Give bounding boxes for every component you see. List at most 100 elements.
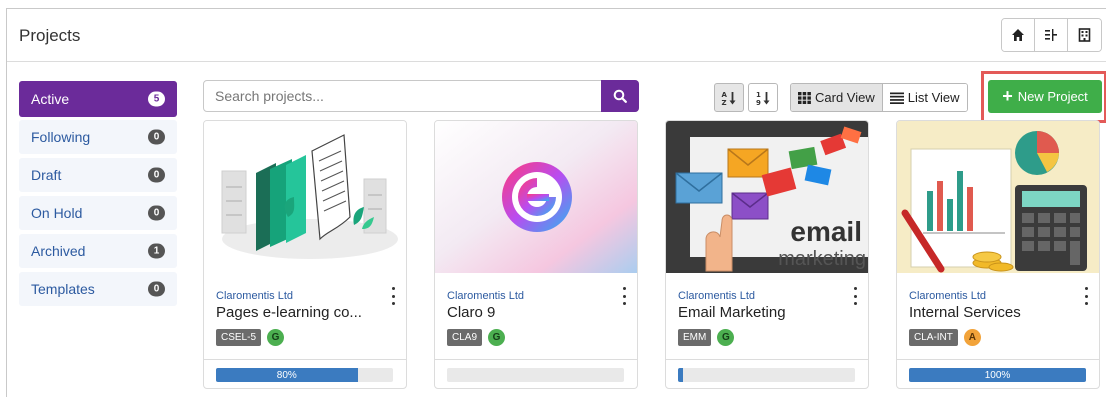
view-toggle: Card View List View [790, 83, 968, 112]
tag-row: EMM G [678, 329, 735, 346]
client-name: Claromentis Ltd [909, 290, 987, 302]
search-input[interactable] [204, 81, 600, 111]
client-name: Claromentis Ltd [216, 290, 294, 302]
tag-row: CLA9 G [447, 329, 506, 346]
building-button[interactable] [1068, 19, 1101, 51]
card-view-button[interactable]: Card View [791, 84, 883, 111]
owner-avatar: G [488, 329, 506, 346]
sidebar-item-label: Templates [31, 281, 95, 297]
new-project-button[interactable]: + New Project [988, 80, 1102, 113]
project-name: Claro 9 [447, 304, 496, 321]
card-body: Claromentis Ltd Internal Services CLA-IN… [897, 273, 1099, 388]
list-icon [889, 92, 904, 104]
page-header: Projects [7, 9, 1106, 62]
card-body: Claromentis Ltd Claro 9 CLA9 G [435, 273, 637, 388]
svg-text:A: A [722, 91, 728, 99]
sort-numeric-button[interactable]: 1 9 [748, 83, 778, 112]
owner-avatar: A [963, 329, 981, 346]
email-word: email [790, 216, 862, 247]
project-code-badge: CLA-INT [909, 329, 958, 346]
sort-buttons: A Z 1 9 [714, 83, 778, 112]
project-thumbnail [204, 121, 406, 273]
progress-bar: 80% [216, 368, 393, 382]
card-footer: 80% [204, 359, 406, 388]
list-view-label: List View [907, 90, 960, 105]
hierarchy-button[interactable] [1035, 19, 1068, 51]
card-body: Claromentis Ltd Email Marketing EMM G [666, 273, 868, 388]
project-card[interactable]: Claromentis Ltd Internal Services CLA-IN… [896, 120, 1100, 389]
sidebar-item-archived[interactable]: Archived 1 [19, 234, 177, 268]
page-title: Projects [19, 26, 81, 45]
new-project-label: New Project [1017, 89, 1088, 104]
sidebar-item-following[interactable]: Following 0 [19, 120, 177, 154]
sort-alpha-icon: A Z [722, 91, 736, 106]
count-badge: 0 [148, 129, 165, 145]
search-icon [613, 89, 627, 103]
project-code-badge: EMM [678, 329, 712, 346]
progress-label [678, 368, 683, 382]
project-name: Pages e-learning co... [216, 304, 362, 321]
project-card[interactable]: email marketing Claromentis Ltd Email Ma… [665, 120, 869, 389]
search-button[interactable] [601, 80, 639, 112]
project-name: Email Marketing [678, 304, 786, 321]
sidebar-item-draft[interactable]: Draft 0 [19, 158, 177, 192]
more-options-icon[interactable] [388, 287, 398, 305]
count-badge: 0 [148, 167, 165, 183]
count-badge: 1 [148, 243, 165, 259]
progress-label: 100% [984, 369, 1011, 381]
project-thumbnail [435, 121, 637, 273]
project-thumbnail [897, 121, 1099, 273]
progress-bar [678, 368, 855, 382]
building-icon [1078, 28, 1091, 42]
card-footer [666, 359, 868, 388]
project-name: Internal Services [909, 304, 1021, 321]
count-badge: 0 [148, 205, 165, 221]
card-footer: 100% [897, 359, 1099, 388]
tag-row: CSEL-5 G [216, 329, 285, 346]
client-name: Claromentis Ltd [447, 290, 525, 302]
project-card[interactable]: Claromentis Ltd Pages e-learning co... C… [203, 120, 407, 389]
svg-text:1: 1 [756, 91, 761, 99]
owner-avatar: G [267, 329, 285, 346]
header-button-group [1001, 18, 1102, 52]
sort-alpha-button[interactable]: A Z [714, 83, 744, 112]
home-button[interactable] [1002, 19, 1035, 51]
project-card[interactable]: Claromentis Ltd Claro 9 CLA9 G [434, 120, 638, 389]
owner-avatar: G [717, 329, 735, 346]
card-body: Claromentis Ltd Pages e-learning co... C… [204, 273, 406, 388]
svg-text:Z: Z [722, 99, 727, 106]
progress-bar [447, 368, 624, 382]
count-badge: 0 [148, 281, 165, 297]
home-icon [1012, 29, 1024, 41]
card-view-label: Card View [815, 90, 875, 105]
sidebar-item-label: Active [31, 91, 70, 107]
card-footer [435, 359, 637, 388]
marketing-word: marketing [778, 248, 866, 270]
sidebar-item-active[interactable]: Active 5 [19, 81, 177, 117]
plus-icon: + [1002, 85, 1013, 106]
progress-label: 80% [276, 369, 297, 381]
status-sidebar: Active 5 Following 0 Draft 0 On Hold 0 A… [19, 81, 177, 310]
more-options-icon[interactable] [619, 287, 629, 305]
hierarchy-icon [1045, 29, 1057, 41]
list-view-button[interactable]: List View [882, 84, 967, 111]
sidebar-item-label: On Hold [31, 205, 83, 221]
sidebar-item-label: Following [31, 129, 91, 145]
svg-text:9: 9 [756, 99, 761, 106]
client-name: Claromentis Ltd [678, 290, 756, 302]
progress-bar: 100% [909, 368, 1086, 382]
grid-icon [798, 91, 811, 104]
project-code-badge: CLA9 [447, 329, 483, 346]
count-badge: 5 [148, 91, 165, 107]
tag-row: CLA-INT A [909, 329, 981, 346]
more-options-icon[interactable] [850, 287, 860, 305]
search-box [203, 80, 639, 112]
sidebar-item-templates[interactable]: Templates 0 [19, 272, 177, 306]
sidebar-item-label: Draft [31, 167, 62, 183]
app-window: Projects Active 5 Following 0 Draft 0 On… [6, 8, 1106, 397]
sort-numeric-icon: 1 9 [756, 91, 770, 106]
project-thumbnail: email marketing [666, 121, 868, 273]
sidebar-item-label: Archived [31, 243, 86, 259]
more-options-icon[interactable] [1081, 287, 1091, 305]
sidebar-item-on-hold[interactable]: On Hold 0 [19, 196, 177, 230]
